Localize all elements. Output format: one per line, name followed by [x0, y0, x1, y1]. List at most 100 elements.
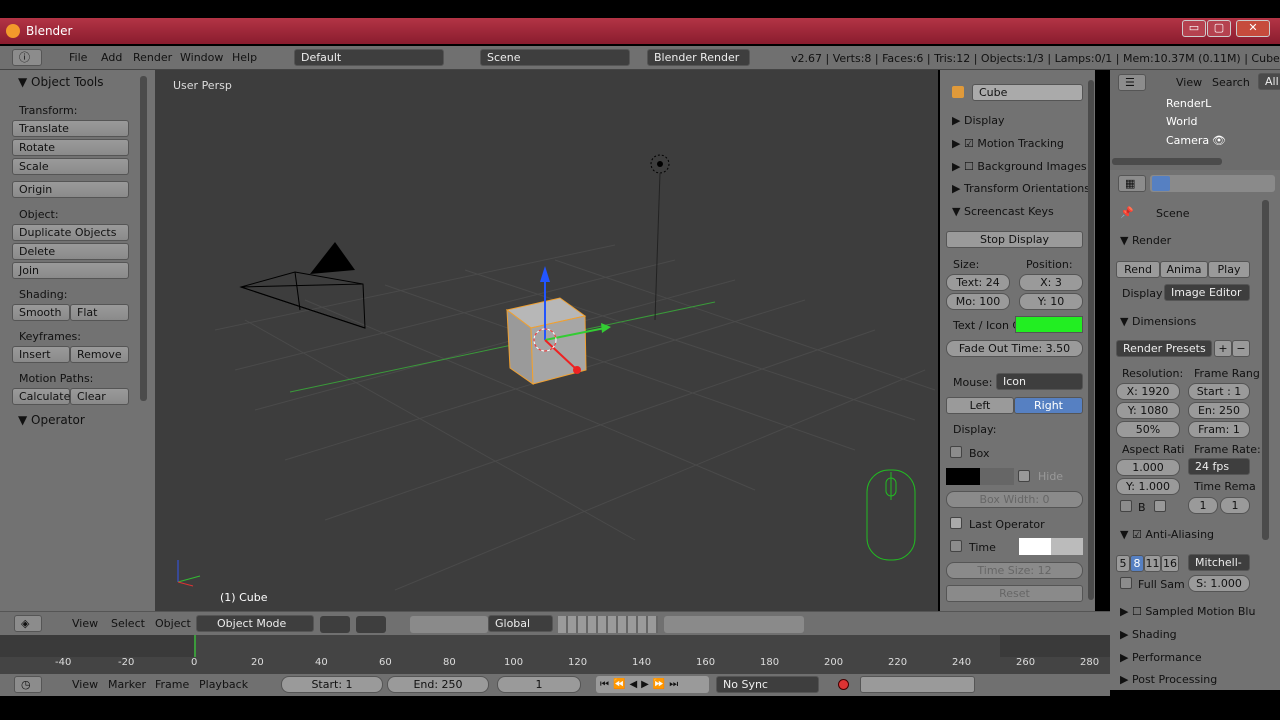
add-preset-button[interactable]: +	[1214, 340, 1232, 357]
text-icon-color-swatch[interactable]	[1015, 316, 1083, 333]
resolution-percent-field[interactable]: 50%	[1116, 421, 1180, 438]
origin-button[interactable]: Origin	[12, 181, 129, 198]
position-x-field[interactable]: X: 3	[1019, 274, 1083, 291]
viewport-editor-type[interactable]: ◈	[14, 615, 42, 632]
delete-button[interactable]: Delete	[12, 243, 129, 260]
transform-orientations-header[interactable]: ▶ Transform Orientations	[952, 182, 1090, 195]
viewport-shading-icon[interactable]	[320, 616, 350, 633]
box-color-swatch[interactable]	[946, 468, 1014, 485]
time-remap-new-field[interactable]: 1	[1220, 497, 1250, 514]
pin-icon[interactable]: 📌	[1120, 206, 1134, 219]
full-sample-checkbox[interactable]	[1120, 577, 1132, 589]
time-size-field[interactable]: Time Size: 12	[946, 562, 1083, 579]
aa-samples-5[interactable]: 5	[1116, 555, 1130, 572]
render-presets-select[interactable]: Render Presets	[1116, 340, 1212, 357]
object-mode-select[interactable]: Object Mode	[196, 615, 314, 632]
smooth-button[interactable]: Smooth	[12, 304, 70, 321]
clear-button[interactable]: Clear	[70, 388, 129, 405]
remove-keyframe-button[interactable]: Remove	[70, 346, 129, 363]
remove-preset-button[interactable]: −	[1232, 340, 1250, 357]
post-processing-panel-header[interactable]: ▶ Post Processing	[1120, 673, 1217, 686]
orientation-select[interactable]: Global	[488, 615, 553, 632]
eye-icon[interactable]: 👁	[1212, 134, 1226, 147]
frame-menu[interactable]: Frame	[155, 678, 189, 691]
outliner-editor-type[interactable]: ☰	[1118, 74, 1146, 91]
timeline-view-menu[interactable]: View	[72, 678, 98, 691]
editor-type-button[interactable]: ⓘ	[12, 49, 42, 66]
rotate-button[interactable]: Rotate	[12, 139, 129, 156]
position-y-field[interactable]: Y: 10	[1019, 293, 1083, 310]
outliner-search-menu[interactable]: Search	[1212, 76, 1250, 89]
duplicate-objects-button[interactable]: Duplicate Objects	[12, 224, 129, 241]
render-tab-icon[interactable]	[1152, 176, 1170, 191]
crop-checkbox[interactable]	[1154, 500, 1166, 512]
object-tools-header[interactable]: ▼ Object Tools	[18, 75, 104, 89]
props-scrollbar[interactable]	[1262, 200, 1269, 540]
aa-filter-select[interactable]: Mitchell-	[1188, 554, 1250, 571]
record-icon[interactable]	[838, 679, 849, 690]
layout-field[interactable]: Default	[294, 49, 444, 66]
frame-end-field[interactable]: En: 250	[1188, 402, 1250, 419]
object-menu[interactable]: Object	[155, 617, 191, 630]
outliner-filter-select[interactable]: All	[1258, 73, 1280, 90]
render-panel-header[interactable]: ▼ Render	[1120, 234, 1171, 247]
left-button[interactable]: Left	[946, 397, 1014, 414]
screencast-keys-header[interactable]: ▼ Screencast Keys	[952, 205, 1054, 218]
outliner-item-renderlayers[interactable]: RenderL	[1166, 97, 1211, 110]
time-color-swatch[interactable]	[1019, 538, 1083, 555]
aa-size-field[interactable]: S: 1.000	[1188, 575, 1250, 592]
menu-window[interactable]: Window	[180, 51, 223, 64]
render-animation-button[interactable]: Anima	[1160, 261, 1208, 278]
fade-out-time-field[interactable]: Fade Out Time: 3.50	[946, 340, 1083, 357]
aspect-x-field[interactable]: 1.000	[1116, 459, 1180, 476]
resolution-y-field[interactable]: Y: 1080	[1116, 402, 1180, 419]
minimize-button[interactable]: ▭	[1182, 20, 1206, 37]
props-editor-type[interactable]: ▦	[1118, 175, 1146, 192]
view-menu[interactable]: View	[72, 617, 98, 630]
playback-menu[interactable]: Playback	[199, 678, 248, 691]
pivot-icon[interactable]	[356, 616, 386, 633]
outliner-view-menu[interactable]: View	[1176, 76, 1202, 89]
operator-header[interactable]: ▼ Operator	[18, 413, 85, 427]
fps-select[interactable]: 24 fps	[1188, 458, 1250, 475]
time-checkbox[interactable]	[950, 540, 962, 552]
frame-step-field[interactable]: Fram: 1	[1188, 421, 1250, 438]
menu-file[interactable]: File	[69, 51, 87, 64]
tool-scrollbar[interactable]	[140, 76, 147, 401]
text-size-field[interactable]: Text: 24	[946, 274, 1010, 291]
reset-button[interactable]: Reset	[946, 585, 1083, 602]
snap-icons[interactable]	[664, 616, 804, 633]
end-frame-field[interactable]: End: 250	[387, 676, 489, 693]
select-menu[interactable]: Select	[111, 617, 145, 630]
time-remap-old-field[interactable]: 1	[1188, 497, 1218, 514]
anti-aliasing-header[interactable]: ▼ ☑ Anti-Aliasing	[1120, 528, 1214, 541]
render-still-button[interactable]: Rend	[1116, 261, 1160, 278]
maximize-button[interactable]: ▢	[1207, 20, 1231, 37]
dimensions-panel-header[interactable]: ▼ Dimensions	[1120, 315, 1196, 328]
aspect-y-field[interactable]: Y: 1.000	[1116, 478, 1180, 495]
border-checkbox[interactable]	[1120, 500, 1132, 512]
outliner-item-world[interactable]: World	[1166, 115, 1198, 128]
performance-panel-header[interactable]: ▶ Performance	[1120, 651, 1202, 664]
keying-set-field[interactable]	[860, 676, 975, 693]
box-checkbox[interactable]	[950, 446, 962, 458]
object-name-field[interactable]: Cube	[972, 84, 1083, 101]
menu-add[interactable]: Add	[101, 51, 122, 64]
aa-samples-16[interactable]: 16	[1161, 555, 1179, 572]
marker-menu[interactable]: Marker	[108, 678, 146, 691]
right-button[interactable]: Right	[1014, 397, 1083, 414]
background-images-header[interactable]: ▶ ☐ Background Images	[952, 160, 1087, 173]
display-mode-select[interactable]: Image Editor	[1164, 284, 1250, 301]
current-frame-field[interactable]: 1	[497, 676, 581, 693]
frame-start-field[interactable]: Start : 1	[1188, 383, 1250, 400]
menu-help[interactable]: Help	[232, 51, 257, 64]
start-frame-field[interactable]: Start: 1	[281, 676, 383, 693]
flat-button[interactable]: Flat	[70, 304, 129, 321]
translate-button[interactable]: Translate	[12, 120, 129, 137]
aa-samples-8[interactable]: 8	[1130, 555, 1144, 572]
scale-button[interactable]: Scale	[12, 158, 129, 175]
shading-panel-header[interactable]: ▶ Shading	[1120, 628, 1177, 641]
hide-checkbox[interactable]	[1018, 470, 1030, 482]
outliner-item-camera[interactable]: Camera	[1166, 134, 1209, 147]
scene-field[interactable]: Scene	[480, 49, 630, 66]
